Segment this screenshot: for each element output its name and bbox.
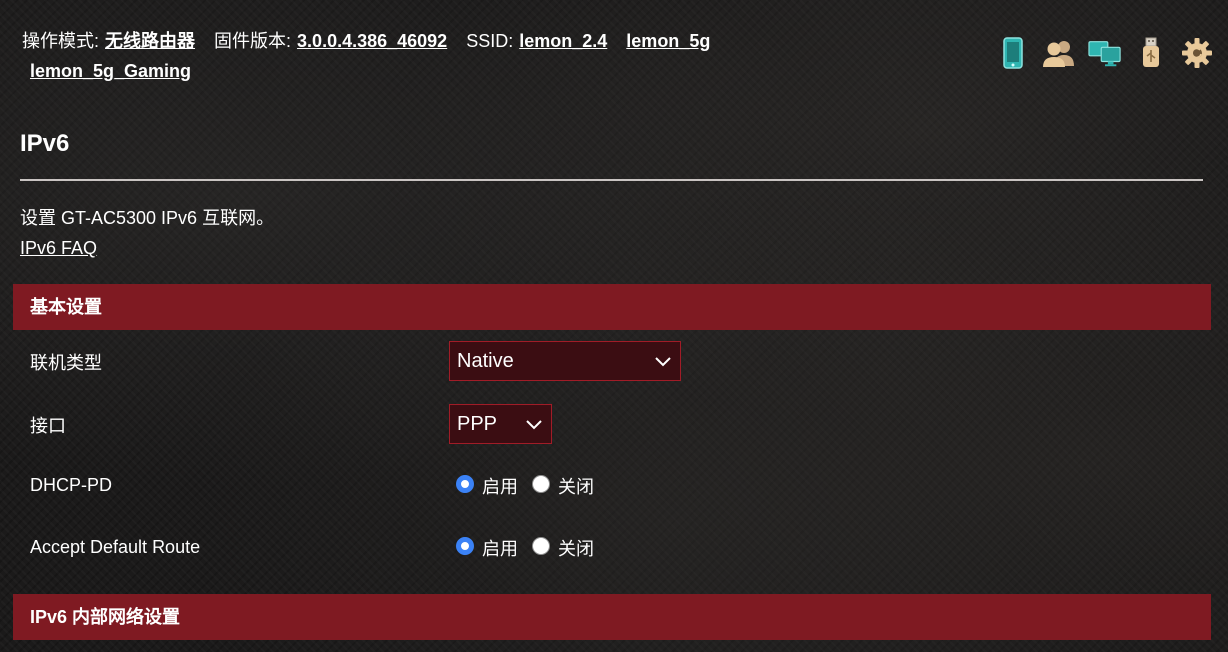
dhcp-pd-label: DHCP-PD xyxy=(30,475,113,495)
accept-default-route-label: Accept Default Route xyxy=(30,537,201,557)
dhcp-pd-disable-radio[interactable] xyxy=(532,475,550,493)
connection-type-label: 联机类型 xyxy=(30,353,102,373)
mobile-app-icon[interactable] xyxy=(996,36,1030,70)
operation-mode-link[interactable]: 无线路由器 xyxy=(105,31,195,51)
accept-default-route-radio-group: 启用 关闭 xyxy=(456,535,594,561)
dhcp-pd-enable-radio[interactable] xyxy=(456,475,474,493)
ssid-link-2g[interactable]: lemon_2.4 xyxy=(519,31,607,51)
accept-default-route-disable-radio[interactable] xyxy=(532,537,550,555)
interface-label: 接口 xyxy=(30,416,66,436)
status-bar: 操作模式: 无线路由器 固件版本: 3.0.0.4.386_46092 SSID: l… xyxy=(22,26,812,86)
ssid-label: SSID: xyxy=(466,31,514,51)
settings-gear-icon[interactable] xyxy=(1180,36,1214,70)
chevron-down-icon xyxy=(526,420,542,430)
ssid-link-5g[interactable]: lemon_5g xyxy=(626,31,710,51)
users-icon[interactable] xyxy=(1042,36,1076,70)
ipv6-lan-settings-header: IPv6 内部网络设置 xyxy=(13,594,1211,640)
top-icon-bar xyxy=(996,36,1214,70)
dhcp-pd-radio-group: 启用 关闭 xyxy=(456,473,594,499)
chevron-down-icon xyxy=(655,357,671,367)
operation-mode-label: 操作模式: xyxy=(22,31,100,51)
usb-icon[interactable] xyxy=(1134,36,1168,70)
connection-type-value: Native xyxy=(457,350,514,372)
ssid-link-5g-gaming[interactable]: lemon_5g_Gaming xyxy=(30,56,191,86)
dhcp-pd-enable-label[interactable]: 启用 xyxy=(482,473,518,499)
dhcp-pd-disable-label[interactable]: 关闭 xyxy=(558,473,594,499)
connection-type-select[interactable]: Native xyxy=(449,341,681,381)
interface-value: PPP xyxy=(457,413,498,435)
firmware-version-label: 固件版本: xyxy=(214,31,292,51)
page-description: 设置 GT-AC5300 IPv6 互联网。 xyxy=(20,208,275,228)
interface-select[interactable]: PPP xyxy=(449,404,552,444)
firmware-version-link[interactable]: 3.0.0.4.386_46092 xyxy=(297,31,447,51)
page-title: IPv6 xyxy=(20,130,70,157)
network-monitors-icon[interactable] xyxy=(1088,36,1122,70)
basic-settings-header: 基本设置 xyxy=(13,284,1211,330)
title-divider xyxy=(20,179,1203,181)
ipv6-faq-link[interactable]: IPv6 FAQ xyxy=(20,238,97,259)
accept-default-route-enable-label[interactable]: 启用 xyxy=(482,535,518,561)
accept-default-route-disable-label[interactable]: 关闭 xyxy=(558,535,594,561)
accept-default-route-enable-radio[interactable] xyxy=(456,537,474,555)
